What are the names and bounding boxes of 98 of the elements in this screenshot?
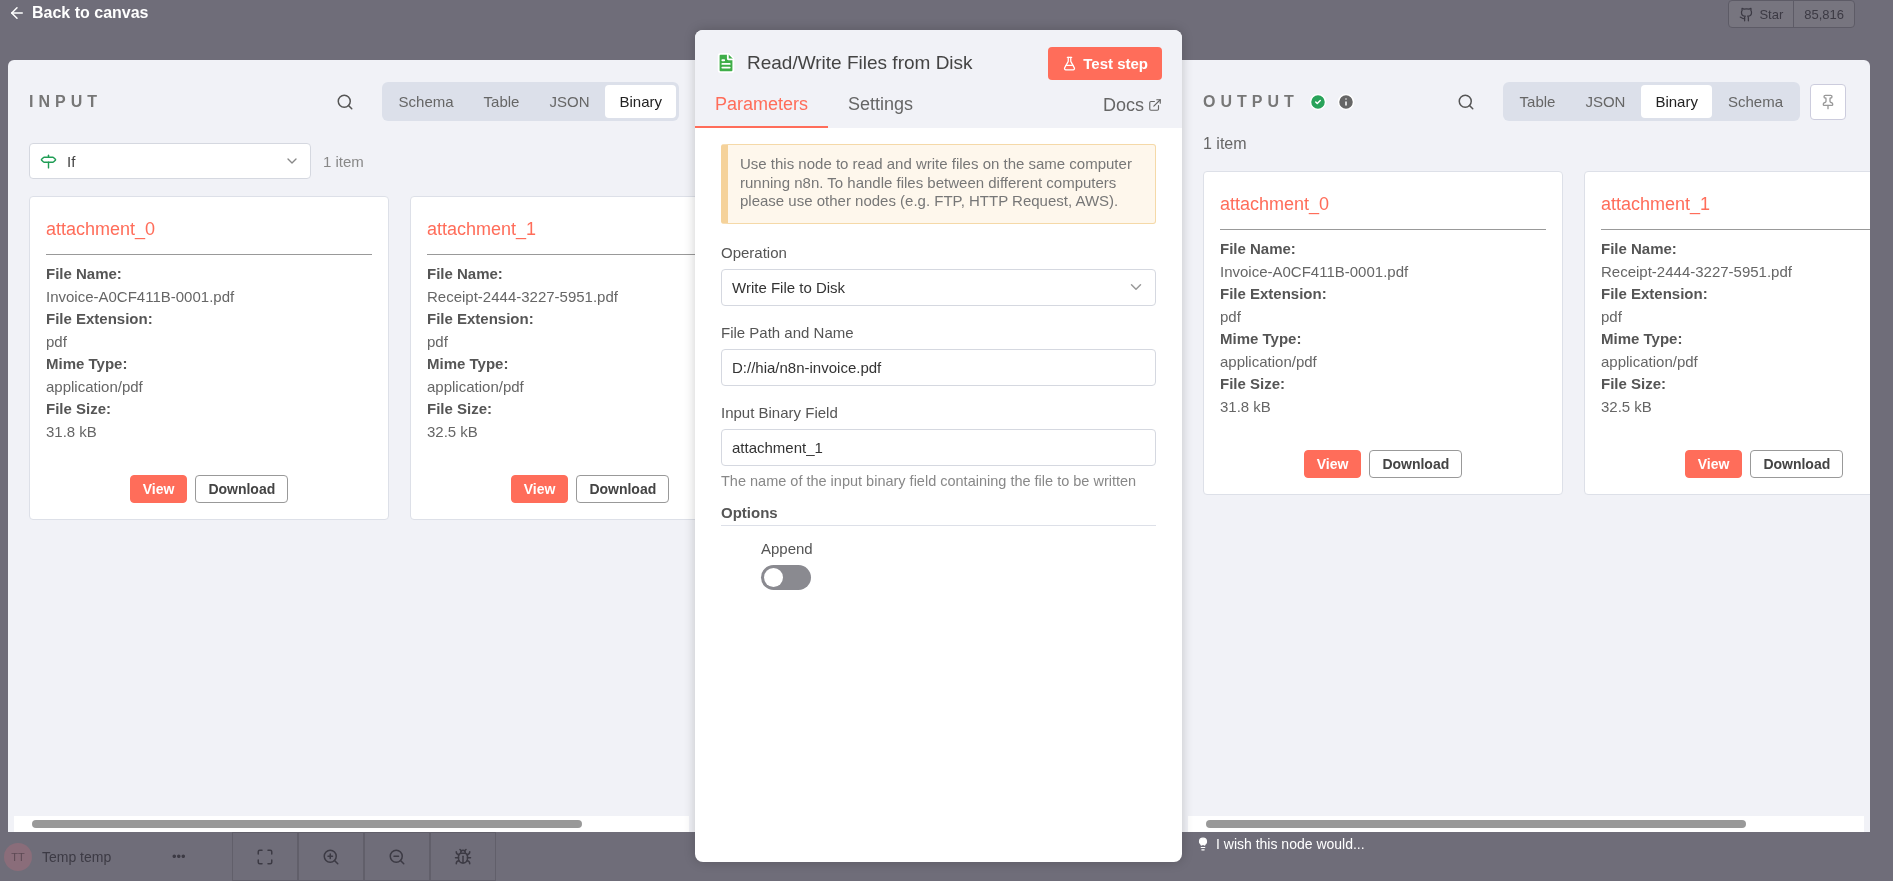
docs-link[interactable]: Docs	[1103, 82, 1162, 128]
download-button[interactable]: Download	[1369, 450, 1463, 478]
field-value: pdf	[1220, 306, 1242, 327]
display-mode-tab[interactable]: Schema	[384, 85, 468, 118]
field-label: Mime Type:	[1601, 329, 1684, 349]
pin-button[interactable]	[1810, 83, 1846, 120]
field-value: Invoice-A0CF411B-0001.pdf	[1220, 261, 1410, 282]
display-mode-tab[interactable]: Table	[1505, 85, 1570, 118]
field-value: application/pdf	[427, 376, 525, 397]
view-button[interactable]: View	[1303, 450, 1362, 478]
options-heading: Options	[721, 504, 1156, 526]
fit-view-icon	[256, 847, 274, 866]
text-input-field[interactable]: D://hia/n8n-invoice.pdf	[721, 348, 1156, 386]
attachment-name: attachment_1	[427, 218, 538, 242]
parameter-label: Operation	[721, 243, 788, 261]
field-label: File Size:	[1220, 374, 1287, 394]
node-tab[interactable]: Settings	[828, 82, 934, 128]
download-button[interactable]: Download	[1750, 450, 1844, 478]
text-input-field[interactable]: attachment_1	[721, 428, 1156, 466]
feedback-link[interactable]: I wish this node would...	[1196, 836, 1365, 852]
field-value: application/pdf	[46, 376, 144, 397]
github-star-widget[interactable]: Star 85,816	[1728, 0, 1855, 28]
item-count: 1 item	[1203, 135, 1248, 153]
parameter-hint: The name of the input binary field containing the file to be written	[721, 471, 1138, 490]
field-value: 31.8 kB	[46, 421, 98, 442]
display-mode-tab[interactable]: JSON	[1571, 85, 1640, 118]
field-value: pdf	[46, 331, 68, 352]
field-label: Mime Type:	[46, 354, 129, 374]
field-label: File Name:	[1601, 239, 1678, 259]
field-value: Receipt-2444-3227-5951.pdf	[1601, 261, 1793, 282]
field-value: 31.8 kB	[1220, 396, 1272, 417]
attachment-name: attachment_1	[1601, 193, 1712, 217]
display-mode-tab[interactable]: Binary	[605, 85, 676, 118]
back-to-canvas-link[interactable]: Back to canvas	[8, 4, 149, 22]
info-notice: Use this node to read and write files on the same computer running n8n. To handle files between different computers please use other nodes (e.g. FTP, HTTP Request, AWS).	[721, 144, 1156, 224]
field-label: File Extension:	[1220, 284, 1328, 304]
zoom-out-button[interactable]	[364, 832, 430, 881]
option-label: Append	[761, 540, 814, 557]
horizontal-scrollbar[interactable]	[14, 816, 689, 832]
star-count: 85,816	[1803, 6, 1845, 22]
view-button[interactable]: View	[510, 475, 569, 503]
field-value: 32.5 kB	[1601, 396, 1653, 417]
flask-icon	[1062, 55, 1078, 71]
search-icon[interactable]	[335, 92, 354, 111]
download-button[interactable]: Download	[576, 475, 670, 503]
field-label: Mime Type:	[1220, 329, 1303, 349]
view-button[interactable]: View	[129, 475, 188, 503]
panel-title: INPUT	[29, 92, 102, 111]
display-mode-tab[interactable]: Schema	[1713, 85, 1797, 118]
lightbulb-icon	[1196, 837, 1210, 851]
parameter-label: Input Binary Field	[721, 403, 839, 421]
field-label: File Extension:	[427, 309, 535, 329]
bug-icon	[454, 847, 472, 866]
panel-title: OUTPUT	[1203, 92, 1299, 111]
operation-select[interactable]: Write File to Disk	[721, 268, 1156, 306]
field-label: File Size:	[427, 399, 494, 419]
field-label: File Name:	[46, 264, 123, 284]
field-value: application/pdf	[1601, 351, 1699, 372]
node-tab[interactable]: Parameters	[695, 82, 829, 128]
star-label: Star	[1759, 6, 1784, 22]
attachment-name: attachment_0	[1220, 193, 1331, 217]
field-label: File Extension:	[46, 309, 154, 329]
field-value: 32.5 kB	[427, 421, 479, 442]
github-icon	[1739, 6, 1755, 22]
item-count: 1 item	[323, 152, 364, 170]
field-label: File Name:	[1220, 239, 1297, 259]
parameter-label: File Path and Name	[721, 323, 855, 341]
node-title: Read/Write Files from Disk	[747, 52, 974, 74]
field-label: File Size:	[1601, 374, 1668, 394]
node-select[interactable]: If	[29, 143, 311, 179]
test-step-button[interactable]: Test step	[1048, 46, 1162, 80]
zoom-out-icon	[388, 847, 406, 866]
external-link-icon	[1148, 98, 1162, 112]
file-icon	[715, 52, 737, 74]
zoom-in-icon	[322, 847, 340, 866]
horizontal-scrollbar[interactable]	[1188, 816, 1864, 832]
field-value: Receipt-2444-3227-5951.pdf	[427, 286, 619, 307]
field-label: File Name:	[427, 264, 504, 284]
search-icon[interactable]	[1456, 92, 1475, 111]
field-label: File Extension:	[1601, 284, 1709, 304]
pin-icon	[1820, 93, 1836, 110]
display-mode-tab[interactable]: Binary	[1641, 85, 1712, 118]
field-value: pdf	[1601, 306, 1623, 327]
view-button[interactable]: View	[1684, 450, 1743, 478]
zoom-in-button[interactable]	[298, 832, 364, 881]
attachment-name: attachment_0	[46, 218, 157, 242]
debug-button[interactable]	[430, 832, 496, 881]
display-mode-tab[interactable]: Table	[469, 85, 534, 118]
info-icon[interactable]	[1336, 92, 1355, 111]
field-value: pdf	[427, 331, 449, 352]
download-button[interactable]: Download	[195, 475, 289, 503]
toggle-switch[interactable]	[761, 565, 811, 590]
field-label: File Size:	[46, 399, 113, 419]
field-value: application/pdf	[1220, 351, 1318, 372]
field-label: Mime Type:	[427, 354, 510, 374]
field-value: Invoice-A0CF411B-0001.pdf	[46, 286, 236, 307]
display-mode-tab[interactable]: JSON	[535, 85, 604, 118]
signpost-icon	[40, 152, 57, 170]
